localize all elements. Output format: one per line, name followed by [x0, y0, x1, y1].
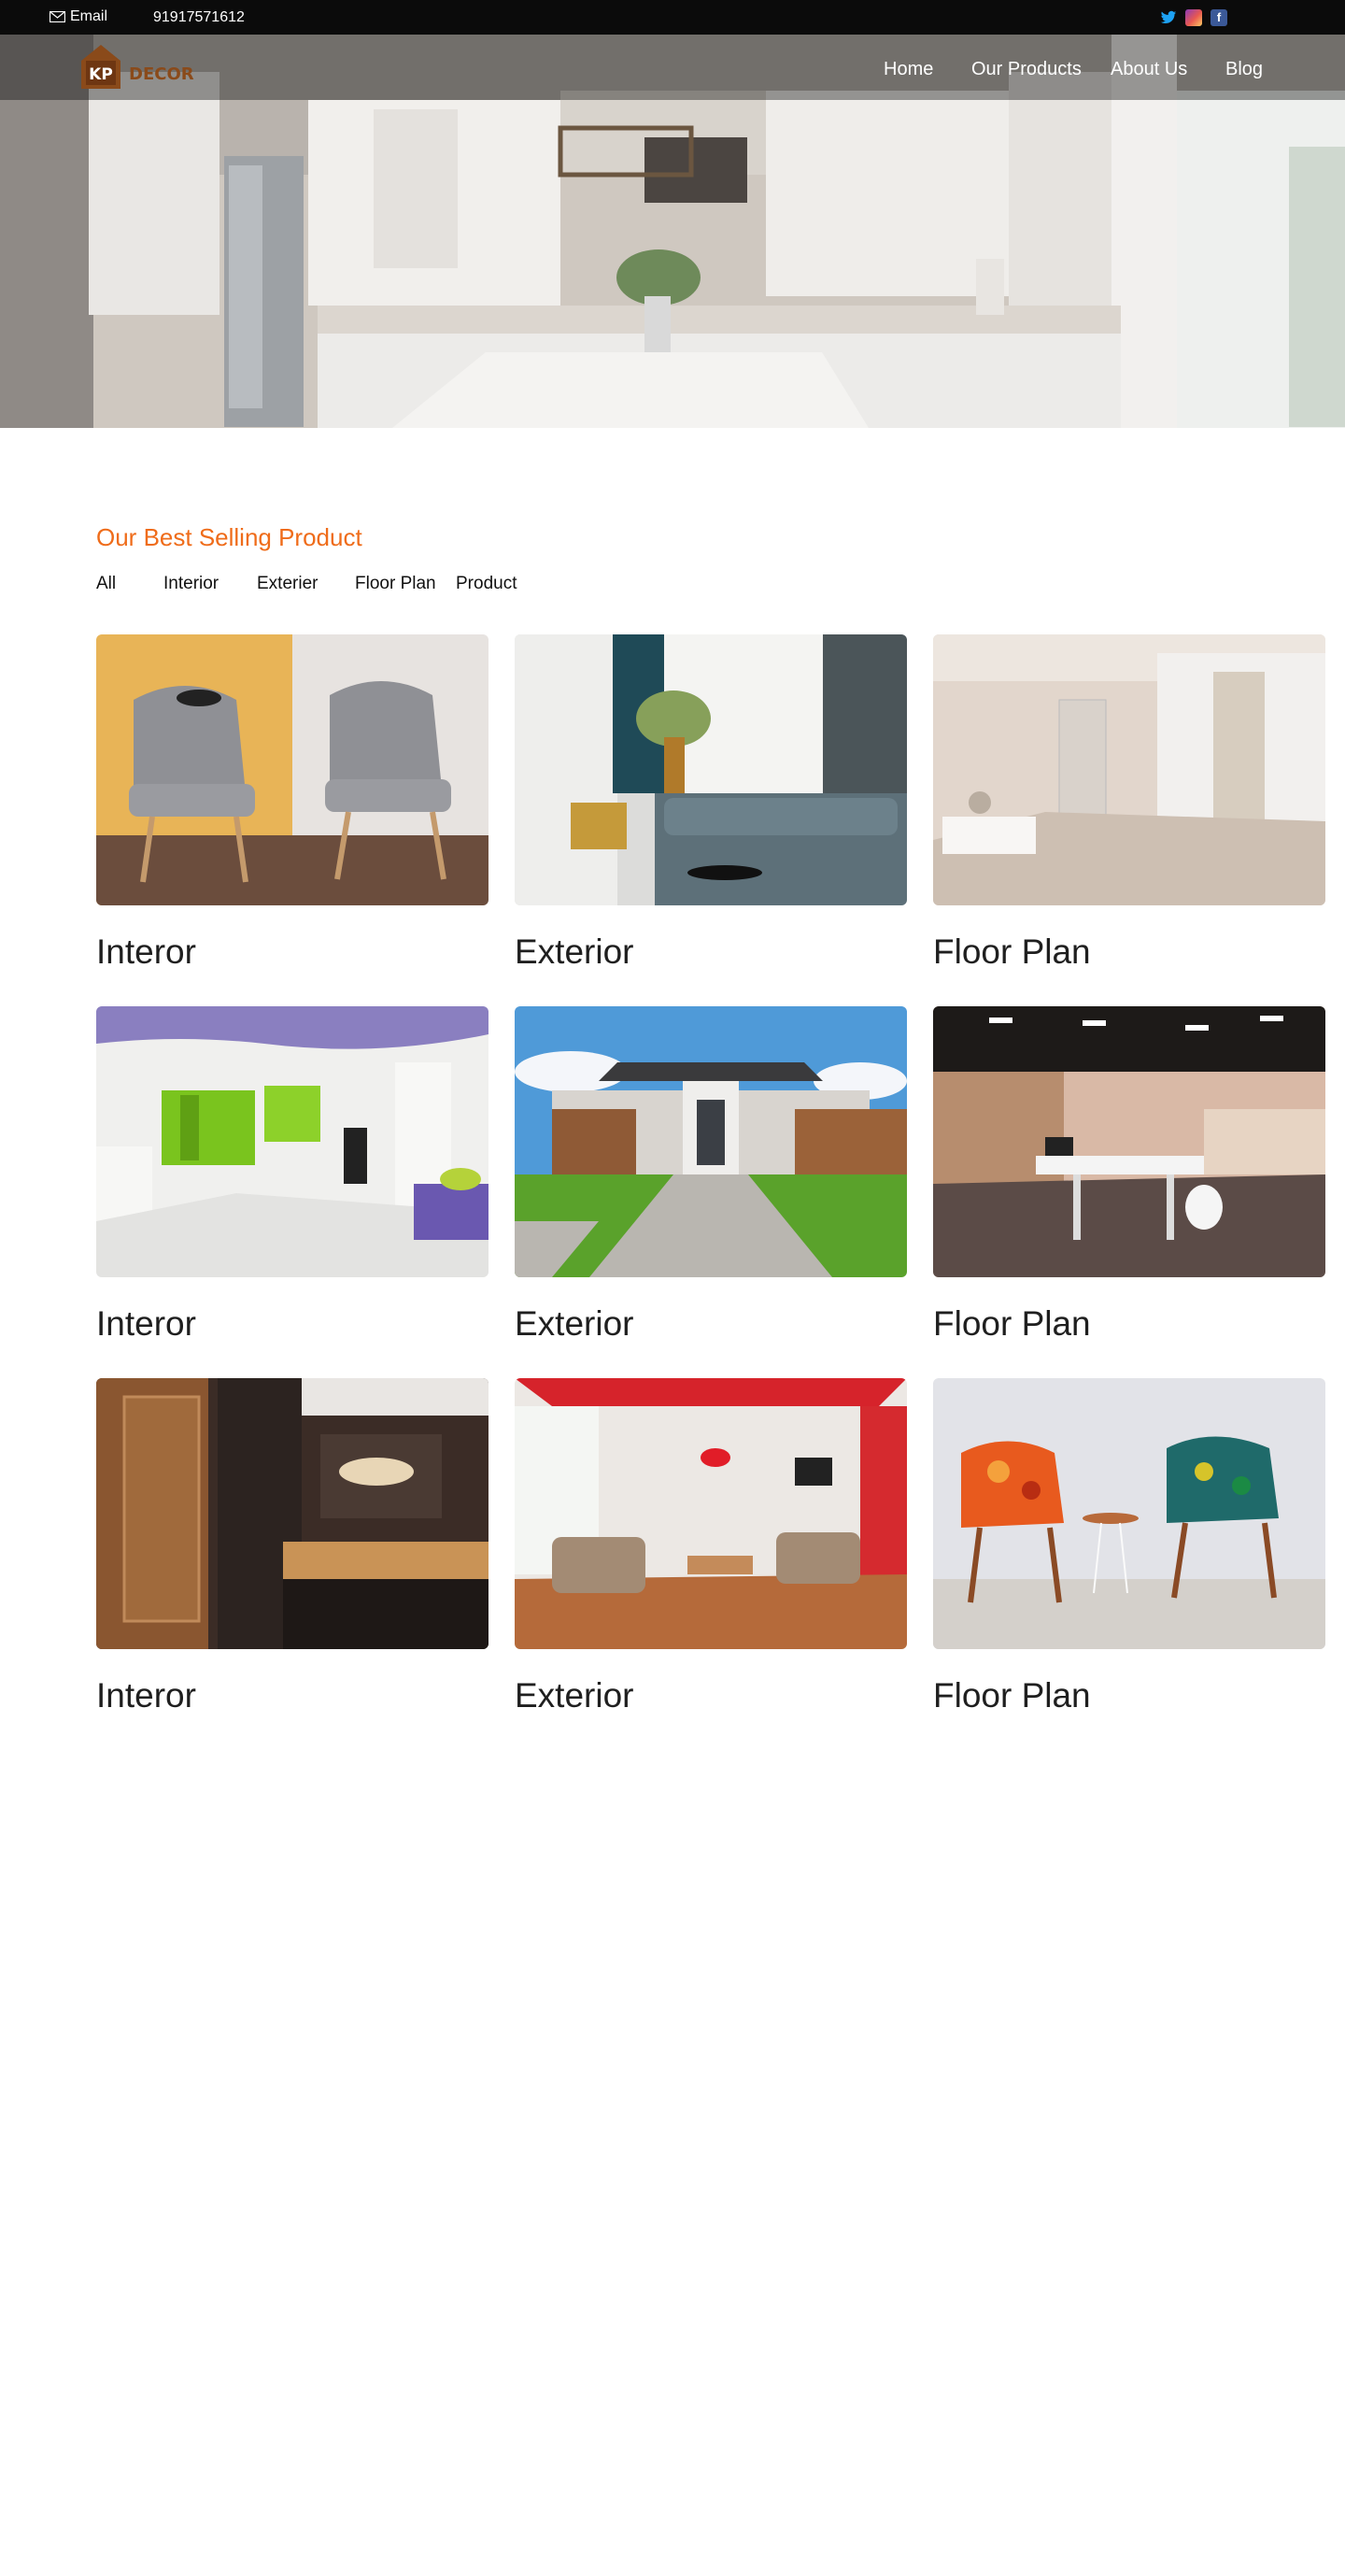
email-link[interactable]: Email: [50, 8, 107, 25]
mail-icon: [50, 11, 65, 22]
section-title: Our Best Selling Product: [96, 523, 362, 551]
filter-interior[interactable]: Interior: [163, 574, 219, 594]
product-card-image[interactable]: [515, 1378, 907, 1649]
green-kitchen-image: [96, 1006, 488, 1277]
email-label: Email: [70, 8, 108, 24]
kp-decor-logo[interactable]: KP DECOR: [78, 42, 218, 91]
card-title: Exterior: [515, 1676, 634, 1715]
card-title: Interor: [96, 1676, 196, 1715]
instagram-icon[interactable]: [1185, 9, 1202, 26]
open-office-image: [933, 1006, 1325, 1277]
product-card-image[interactable]: [96, 1006, 488, 1277]
product-card-image[interactable]: [933, 634, 1325, 905]
card-title: Floor Plan: [933, 1304, 1091, 1343]
twitter-icon[interactable]: [1160, 9, 1177, 26]
card-title: Floor Plan: [933, 932, 1091, 971]
facebook-icon[interactable]: f: [1210, 9, 1227, 26]
hero-banner: KP DECOR Home Our Products About Us Blog: [0, 35, 1345, 428]
main-navigation: KP DECOR Home Our Products About Us Blog: [0, 35, 1345, 100]
filter-all[interactable]: All: [96, 574, 116, 594]
nav-home[interactable]: Home: [884, 59, 933, 80]
grey-armchairs-image: [96, 634, 488, 905]
modern-house-exterior-image: [515, 1006, 907, 1277]
svg-text:DECOR: DECOR: [129, 64, 194, 84]
card-title: Interor: [96, 1304, 196, 1343]
product-card-image[interactable]: [96, 634, 488, 905]
product-card-image[interactable]: [515, 634, 907, 905]
card-title: Exterior: [515, 932, 634, 971]
card-title: Floor Plan: [933, 1676, 1091, 1715]
filter-floor-plan[interactable]: Floor Plan: [355, 574, 436, 594]
nav-our-products[interactable]: Our Products: [971, 59, 1082, 80]
hallway-wardrobe-image: [933, 634, 1325, 905]
filter-exterier[interactable]: Exterier: [257, 574, 318, 594]
living-room-sofa-image: [515, 634, 907, 905]
phone-number[interactable]: 91917571612: [153, 9, 245, 26]
filter-product[interactable]: Product: [456, 574, 517, 594]
card-title: Exterior: [515, 1304, 634, 1343]
card-title: Interor: [96, 932, 196, 971]
product-card-image[interactable]: [933, 1378, 1325, 1649]
wood-bathroom-image: [96, 1378, 488, 1649]
product-card-image[interactable]: [96, 1378, 488, 1649]
social-links: f: [1160, 9, 1227, 26]
top-bar: Email 91917571612 f: [0, 0, 1345, 35]
patterned-chairs-image: [933, 1378, 1325, 1649]
nav-about-us[interactable]: About Us: [1111, 59, 1187, 80]
nav-blog[interactable]: Blog: [1225, 59, 1263, 80]
red-ceiling-living-room-image: [515, 1378, 907, 1649]
product-card-image[interactable]: [933, 1006, 1325, 1277]
product-card-image[interactable]: [515, 1006, 907, 1277]
svg-text:KP: KP: [89, 65, 113, 84]
